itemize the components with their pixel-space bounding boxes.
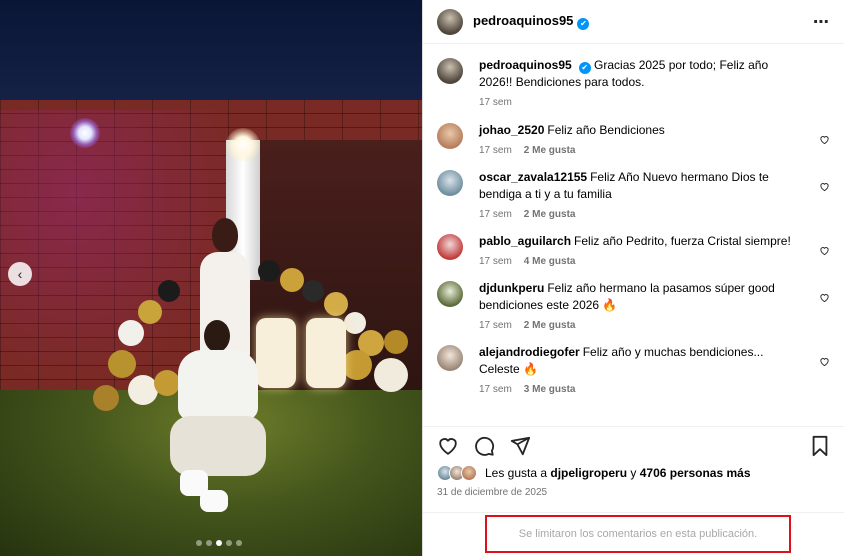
wall-lamp-center [226, 128, 260, 162]
carousel-dot [236, 540, 242, 546]
likes-summary: Les gusta a djpeligroperu y 4706 persona… [437, 465, 830, 481]
commenter-avatar[interactable] [437, 345, 463, 371]
verified-badge-icon: ✔ [577, 18, 590, 30]
likes-prefix: Les gusta a [485, 466, 548, 480]
comment-time[interactable]: 17 sem [479, 209, 512, 220]
like-comment-heart-icon[interactable] [819, 292, 830, 306]
comment-item: oscar_zavala12155 Feliz Año Nuevo hermano… [437, 169, 830, 220]
caption-author-avatar[interactable] [437, 58, 463, 84]
caption-time[interactable]: 17 sem [479, 97, 512, 108]
save-bookmark-icon[interactable] [810, 435, 830, 457]
carousel-dot [226, 540, 232, 546]
comment-username[interactable]: oscar_zavala12155 [479, 170, 587, 184]
comment-likes[interactable]: 2 Me gusta [524, 320, 576, 331]
comment-time[interactable]: 17 sem [479, 145, 512, 156]
share-send-icon[interactable] [509, 435, 531, 457]
comment-item: djdunkperu Feliz año hermano la pasamos s… [437, 280, 830, 331]
comments-limited-section: Se limitaron los comentarios en esta pub… [423, 512, 844, 556]
comment-username[interactable]: pablo_aguilarch [479, 234, 571, 248]
comment-likes[interactable]: 2 Me gusta [524, 145, 576, 156]
post-actions: Les gusta a djpeligroperu y 4706 persona… [423, 426, 844, 498]
like-comment-heart-icon[interactable] [819, 134, 830, 148]
post-header: pedroaquinos95 ✔ ⋯ [423, 0, 844, 44]
commenter-avatar[interactable] [437, 170, 463, 196]
comment-text: Feliz año Bendiciones [547, 123, 665, 137]
comment-username[interactable]: alejandrodiegofer [479, 345, 580, 359]
liker-avatars [437, 465, 477, 481]
comment-item: pablo_aguilarch Feliz año Pedrito, fuerza… [437, 233, 830, 267]
chevron-left-icon: ‹ [17, 266, 23, 282]
commenter-avatar[interactable] [437, 234, 463, 260]
like-comment-heart-icon[interactable] [819, 181, 830, 195]
comment-bubble-icon[interactable] [473, 435, 495, 457]
author-username-text[interactable]: pedroaquinos95 [473, 13, 573, 28]
comment-username[interactable]: johao_2520 [479, 123, 544, 137]
comment-time[interactable]: 17 sem [479, 320, 512, 331]
comment-username[interactable]: djdunkperu [479, 281, 544, 295]
author-username[interactable]: pedroaquinos95 ✔ [473, 13, 590, 30]
comment-item: johao_2520 Feliz año Bendiciones 17 sem 2 … [437, 122, 830, 156]
carousel-prev-button[interactable]: ‹ [8, 262, 32, 286]
likes-middle: y [630, 466, 637, 480]
comment-item: alejandrodiegofer Feliz año y muchas bend… [437, 344, 830, 395]
carousel-dot [206, 540, 212, 546]
likes-count[interactable]: 4706 personas más [640, 466, 751, 480]
like-comment-heart-icon[interactable] [819, 245, 830, 259]
liked-by-username[interactable]: djpeligroperu [550, 466, 627, 480]
comments-limited-notice: Se limitaron los comentarios en esta pub… [485, 515, 791, 553]
caption-username[interactable]: pedroaquinos95 [479, 58, 572, 72]
author-avatar[interactable] [437, 8, 463, 35]
comment-time[interactable]: 17 sem [479, 384, 512, 395]
post-photo[interactable]: ‹ [0, 0, 422, 556]
post-details-panel: pedroaquinos95 ✔ ⋯ pedroaquinos95 ✔ Gracia… [422, 0, 844, 556]
comment-text: Feliz año Pedrito, fuerza Cristal siempr… [574, 234, 791, 248]
wall-lamp-left [70, 118, 100, 148]
comment-time[interactable]: 17 sem [479, 256, 512, 267]
verified-badge-icon: ✔ [578, 62, 591, 74]
like-comment-heart-icon[interactable] [819, 356, 830, 370]
light-up-letter-6 [306, 318, 346, 388]
like-heart-icon[interactable] [437, 435, 459, 457]
carousel-dot [196, 540, 202, 546]
comment-likes[interactable]: 4 Me gusta [524, 256, 576, 267]
commenter-avatar[interactable] [437, 281, 463, 307]
caption: pedroaquinos95 ✔ Gracias 2025 por todo; F… [437, 57, 830, 108]
comment-likes[interactable]: 3 Me gusta [524, 384, 576, 395]
commenter-avatar[interactable] [437, 123, 463, 149]
liker-avatar[interactable] [461, 465, 477, 481]
carousel-dot [216, 540, 222, 546]
more-options-icon[interactable]: ⋯ [813, 12, 830, 32]
man-figure [160, 320, 270, 512]
post-date[interactable]: 31 de diciembre de 2025 [437, 487, 830, 498]
comments-list[interactable]: pedroaquinos95 ✔ Gracias 2025 por todo; F… [423, 45, 844, 425]
comment-likes[interactable]: 2 Me gusta [524, 209, 576, 220]
carousel-dots [196, 540, 242, 546]
